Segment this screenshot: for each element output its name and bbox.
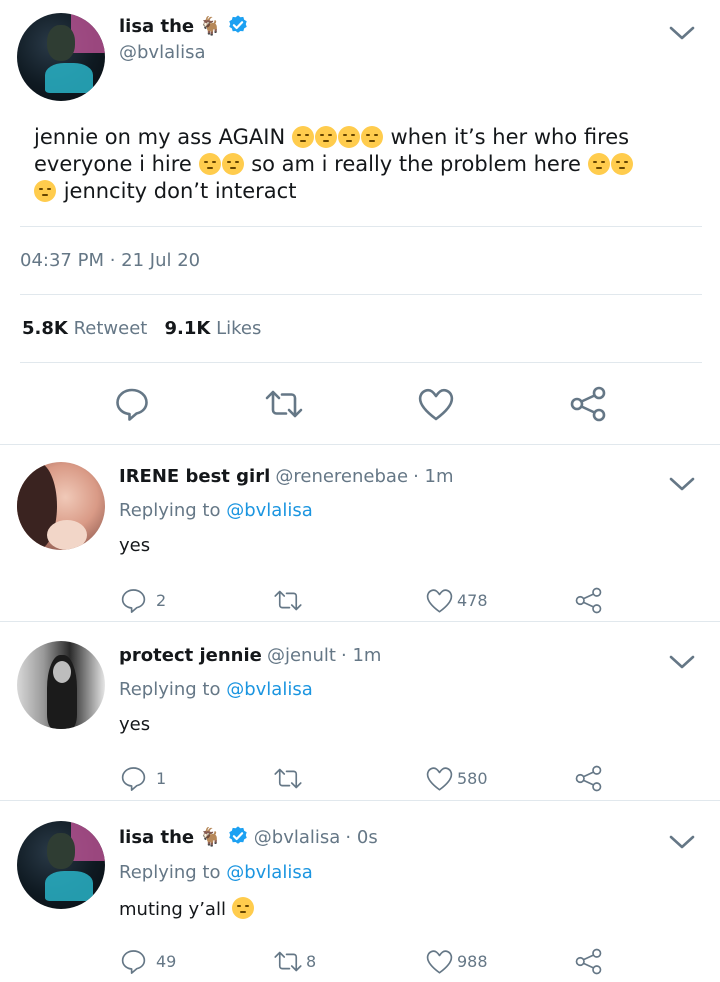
like-count: 478	[457, 591, 488, 610]
like-count: 580	[457, 769, 488, 788]
chevron-down-icon[interactable]	[669, 654, 695, 670]
reply-time: · 1m	[341, 645, 382, 666]
retweet-stat[interactable]: 5.8K Retweet	[22, 318, 153, 339]
reply-count: 1	[156, 769, 167, 788]
pensive-emoji	[231, 897, 254, 919]
divider	[0, 800, 720, 801]
reply-avatar[interactable]	[17, 462, 105, 550]
reply-icon[interactable]	[120, 765, 147, 792]
replying-to-link[interactable]: @bvlalisa	[226, 679, 313, 700]
chevron-down-icon[interactable]	[669, 834, 695, 850]
replying-to-link[interactable]: @bvlalisa	[226, 500, 313, 521]
tweet-text-line-1: jennie on my ass AGAIN when it’s her who…	[34, 125, 630, 149]
replying-to: Replying to @bvlalisa	[119, 679, 313, 700]
goat-emoji: 🐐	[199, 827, 222, 848]
like-icon[interactable]	[425, 765, 454, 792]
share-icon[interactable]	[575, 765, 602, 792]
reply-time: · 1m	[413, 466, 454, 487]
author-name[interactable]: lisa the	[119, 16, 194, 37]
tweet-text: jennie on my ass AGAIN when it’s her who…	[34, 124, 704, 205]
retweet-count: 8	[306, 952, 317, 971]
goat-emoji: 🐐	[199, 16, 222, 37]
reply-count: 2	[156, 591, 167, 610]
like-icon[interactable]	[425, 587, 454, 614]
tweet-text-line-2: everyone i hire so am i really the probl…	[34, 151, 704, 178]
reply-header: lisa the 🐐 @bvlalisa · 0s	[119, 825, 378, 848]
share-icon[interactable]	[575, 948, 602, 975]
retweet-icon[interactable]	[264, 386, 304, 422]
reply-header: protect jennie @jenult · 1m	[119, 645, 381, 666]
reply-author-handle[interactable]: @bvlalisa	[254, 827, 341, 848]
pensive-emoji	[221, 153, 244, 175]
reply-count: 49	[156, 952, 177, 971]
reply-text: muting y’all	[119, 897, 255, 920]
author-name-row: lisa the 🐐	[119, 14, 249, 37]
reply-author-name[interactable]: lisa the	[119, 827, 194, 848]
divider	[20, 226, 702, 227]
reply-text: yes	[119, 714, 151, 735]
replying-to: Replying to @bvlalisa	[119, 862, 313, 883]
retweet-icon[interactable]	[273, 948, 303, 975]
like-icon[interactable]	[425, 948, 454, 975]
pensive-emoji	[291, 126, 314, 148]
like-stat[interactable]: 9.1K Likes	[165, 318, 262, 339]
divider	[0, 444, 720, 445]
chevron-down-icon[interactable]	[669, 476, 695, 492]
replying-to-link[interactable]: @bvlalisa	[226, 862, 313, 883]
engagement-stats: 5.8K Retweet 9.1K Likes	[22, 318, 261, 339]
tweet-timestamp[interactable]: 04:37 PM · 21 Jul 20	[20, 250, 200, 271]
reply-author-handle[interactable]: @renerenebae	[275, 466, 408, 487]
replying-to: Replying to @bvlalisa	[119, 500, 313, 521]
divider	[20, 294, 702, 295]
pensive-emoji	[198, 153, 221, 175]
reply-text: yes	[119, 535, 151, 556]
retweet-icon[interactable]	[273, 587, 303, 614]
chevron-down-icon[interactable]	[669, 25, 695, 41]
reply-avatar[interactable]	[17, 641, 105, 729]
like-icon[interactable]	[417, 386, 455, 422]
pensive-emoji	[610, 153, 633, 175]
reply-author-handle[interactable]: @jenult	[267, 645, 336, 666]
pensive-emoji	[360, 126, 383, 148]
reply-avatar[interactable]	[17, 821, 105, 909]
reply-header: IRENE best girl @renerenebae · 1m	[119, 466, 454, 487]
reply-icon[interactable]	[120, 587, 147, 614]
pensive-emoji	[587, 153, 610, 175]
reply-icon[interactable]	[114, 386, 150, 422]
verified-badge-icon	[228, 826, 247, 844]
share-icon[interactable]	[575, 587, 602, 614]
like-count: 988	[457, 952, 488, 971]
reply-time: · 0s	[345, 827, 378, 848]
author-handle[interactable]: @bvlalisa	[119, 42, 206, 63]
pensive-emoji	[314, 126, 337, 148]
divider	[20, 362, 702, 363]
verified-badge-icon	[228, 15, 247, 33]
divider	[0, 621, 720, 622]
pensive-emoji	[337, 126, 360, 148]
reply-author-name[interactable]: protect jennie	[119, 645, 262, 666]
reply-author-name[interactable]: IRENE best girl	[119, 466, 270, 487]
author-avatar[interactable]	[17, 13, 105, 101]
share-icon[interactable]	[570, 386, 606, 422]
retweet-icon[interactable]	[273, 765, 303, 792]
pensive-emoji	[34, 180, 56, 202]
reply-icon[interactable]	[120, 948, 147, 975]
tweet-text-line-3: jenncity don’t interact	[34, 178, 704, 205]
